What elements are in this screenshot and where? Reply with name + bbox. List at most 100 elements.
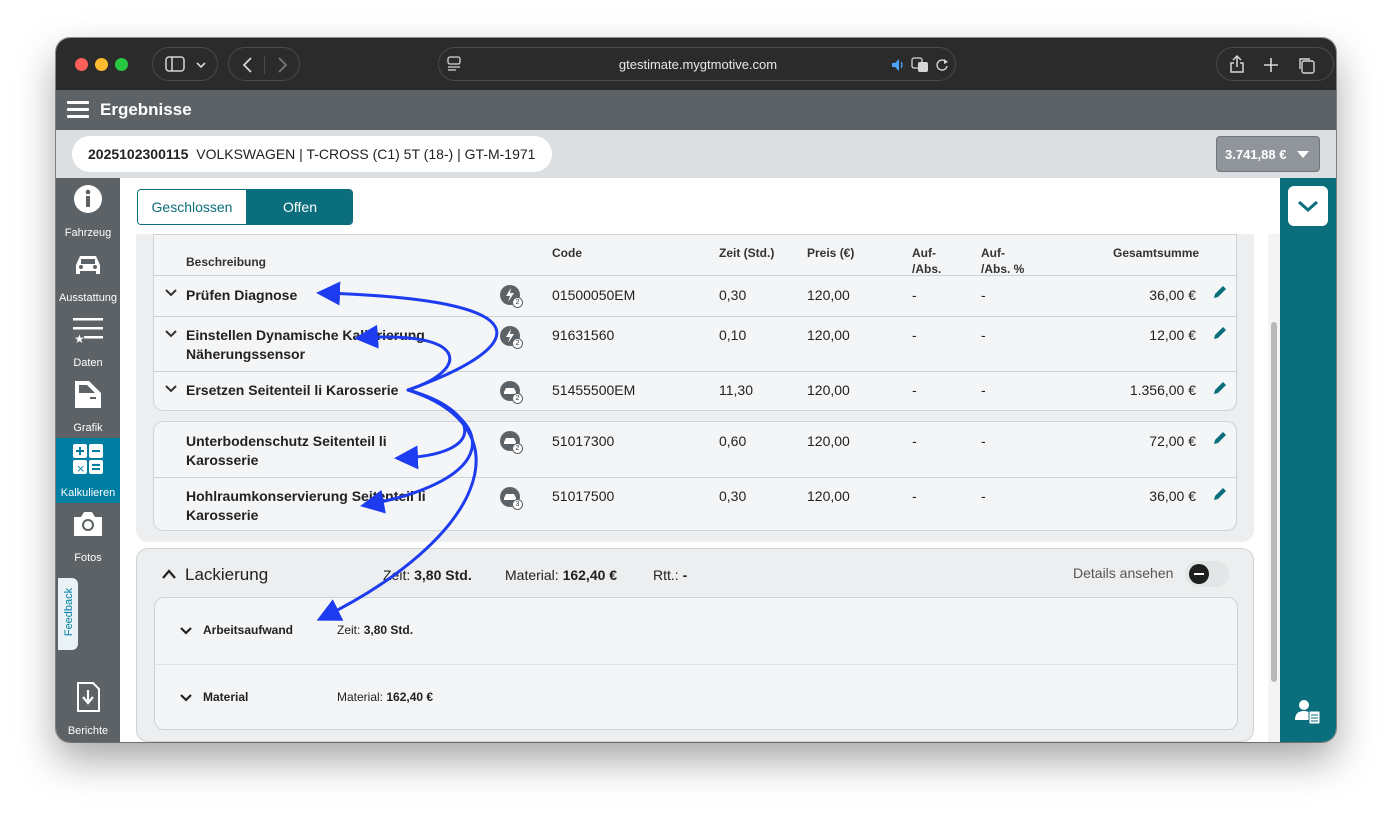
lackierung-section: Lackierung Zeit: 3,80 Std. Material: 162… — [136, 548, 1254, 742]
operation-surcharge-pct: - — [981, 287, 986, 303]
minimize-window-button[interactable] — [95, 58, 108, 71]
sidebar-toggle-button[interactable] — [152, 47, 218, 81]
operation-description: Prüfen Diagnose — [186, 287, 298, 303]
forward-icon[interactable] — [275, 56, 289, 74]
zeit-label: Zeit: — [383, 567, 411, 583]
scrollbar-thumb[interactable] — [1271, 322, 1277, 682]
details-switch[interactable] — [1185, 561, 1229, 587]
list-star-icon: ★ — [73, 318, 103, 344]
operation-price: 120,00 — [807, 382, 850, 398]
car-door-icon — [75, 381, 101, 408]
chevron-up-icon[interactable] — [161, 567, 177, 581]
chevron-down-icon — [1298, 200, 1318, 213]
col-header-gesamtsumme: Gesamtsumme — [1113, 246, 1200, 260]
feedback-tab[interactable]: Feedback — [58, 578, 78, 650]
operation-code: 51455500EM — [552, 382, 636, 398]
download-report-icon — [77, 682, 100, 712]
operation-surcharge: - — [912, 382, 917, 398]
menu-icon[interactable] — [67, 101, 89, 119]
chevron-down-icon[interactable] — [179, 625, 193, 637]
operation-time: 0,10 — [719, 327, 747, 343]
history-nav — [228, 47, 300, 81]
nav-item-fotos[interactable]: Fotos — [56, 503, 120, 568]
tabs-overview-icon[interactable] — [1297, 56, 1315, 74]
material-label: Material: — [505, 567, 559, 583]
chevron-down-icon[interactable] — [164, 382, 178, 396]
zoom-window-button[interactable] — [115, 58, 128, 71]
reload-icon[interactable] — [935, 58, 949, 72]
list-item[interactable]: Arbeitsaufwand Zeit: 3,80 Std. — [155, 598, 1237, 664]
list-item[interactable]: Material Material: 162,40 € — [155, 664, 1237, 730]
edit-pencil-icon[interactable] — [1212, 380, 1228, 396]
nav-item-grafik[interactable]: Grafik — [56, 373, 120, 438]
tab-offen[interactable]: Offen — [246, 190, 352, 224]
operation-code: 51017500 — [552, 488, 615, 504]
collapse-button[interactable] — [1288, 186, 1328, 226]
details-toggle[interactable]: Details ansehen — [1073, 561, 1231, 587]
details-label: Details ansehen — [1073, 565, 1174, 581]
car-icon — [76, 256, 100, 274]
operation-price: 120,00 — [807, 488, 850, 504]
nav-item-ausstattung[interactable]: Ausstattung — [56, 243, 120, 308]
chevron-down-icon[interactable] — [164, 327, 178, 341]
scrollbar[interactable] — [1268, 234, 1280, 742]
back-icon[interactable] — [241, 56, 255, 74]
material-value: 162,40 € — [562, 567, 618, 583]
edit-pencil-icon[interactable] — [1212, 430, 1228, 446]
user-report-icon[interactable] — [1294, 698, 1322, 726]
table-row[interactable]: Ersetzen Seitenteil li Karosserie 2 5145… — [154, 371, 1236, 411]
vehicle-description: VOLKSWAGEN | T-CROSS (C1) 5T (18-) | GT-… — [196, 146, 536, 162]
edit-pencil-icon[interactable] — [1212, 325, 1228, 341]
operation-badge: 2 — [512, 297, 523, 308]
operation-time: 0,60 — [719, 433, 747, 449]
total-amount-dropdown[interactable]: 3.741,88 € — [1216, 136, 1320, 172]
operation-description: Einstellen Dynamische Kalibrierung Näher… — [186, 327, 425, 362]
operation-time: 11,30 — [719, 382, 753, 398]
operation-surcharge-pct: - — [981, 327, 986, 343]
operation-price: 120,00 — [807, 433, 850, 449]
nav-label: Grafik — [73, 422, 103, 434]
sub-operations-card: Unterbodenschutz Seitenteil li Karosseri… — [153, 421, 1237, 531]
operation-total: 12,00 € — [1149, 327, 1196, 343]
nav-label: Fotos — [74, 552, 102, 564]
operation-badge: 3 — [512, 499, 523, 510]
nav-label: Daten — [73, 357, 103, 369]
tab-geschlossen[interactable]: Geschlossen — [138, 190, 246, 224]
operation-total: 72,00 € — [1149, 433, 1196, 449]
nav-item-kalkulieren[interactable]: × Kalkulieren — [56, 438, 120, 503]
edit-pencil-icon[interactable] — [1212, 284, 1228, 300]
operation-surcharge: - — [912, 327, 917, 343]
translate-icon[interactable] — [911, 57, 929, 73]
edit-pencil-icon[interactable] — [1212, 486, 1228, 502]
nav-label: Fahrzeug — [64, 227, 112, 239]
meta-value: 162,40 € — [386, 690, 434, 704]
nav-label: Ausstattung — [58, 292, 118, 304]
operation-badge: 2 — [512, 338, 523, 349]
table-row[interactable]: Prüfen Diagnose 2 01500050EM 0,30 120,00… — [154, 275, 1236, 316]
close-window-button[interactable] — [75, 58, 88, 71]
operation-price: 120,00 — [807, 327, 850, 343]
svg-text:★: ★ — [74, 332, 85, 344]
operations-section: Beschreibung Code Zeit (Std.) Preis (€) … — [136, 234, 1254, 542]
arbeitsaufwand-zeit: Zeit: 3,80 Std. — [337, 623, 413, 637]
share-icon[interactable] — [1229, 54, 1245, 74]
speaker-icon[interactable] — [891, 58, 907, 72]
table-row[interactable]: Unterbodenschutz Seitenteil li Karosseri… — [154, 422, 1236, 477]
operation-badge: 2 — [512, 393, 523, 404]
address-bar[interactable]: gtestimate.mygtmotive.com — [438, 47, 956, 81]
nav-item-berichte[interactable]: Berichte — [56, 676, 120, 741]
table-row[interactable]: Hohlraumkonservierung Seitenteil li Karo… — [154, 477, 1236, 531]
chevron-down-icon[interactable] — [164, 286, 178, 300]
table-row[interactable]: Einstellen Dynamische Kalibrierung Näher… — [154, 316, 1236, 371]
new-tab-icon[interactable] — [1263, 57, 1279, 73]
caret-down-icon — [1297, 151, 1309, 158]
operation-total: 1.356,00 € — [1129, 382, 1196, 398]
nav-item-fahrzeug[interactable]: Fahrzeug — [56, 178, 120, 243]
info-icon — [74, 185, 102, 213]
col-header-preis: Preis (€) — [807, 246, 855, 260]
chevron-down-icon[interactable] — [179, 692, 193, 704]
nav-item-daten[interactable]: ★ Daten — [56, 308, 120, 373]
material-row-value: Material: 162,40 € — [337, 690, 433, 704]
operation-code: 51017300 — [552, 433, 615, 449]
url-text: gtestimate.mygtmotive.com — [618, 57, 778, 72]
